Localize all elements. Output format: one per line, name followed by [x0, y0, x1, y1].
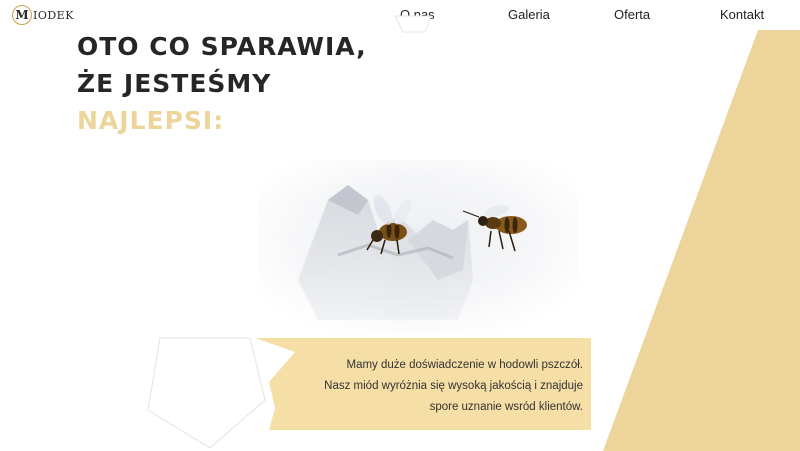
headline-line-2: ŻE JESTEŚMY [77, 69, 272, 98]
description-line-1: Mamy duże doświadczenie w hodowli pszczó… [346, 359, 584, 371]
description-box: Mamy duże doświadczenie w hodowli pszczó… [255, 338, 591, 430]
nav-item-kontakt[interactable]: Kontakt [720, 7, 764, 22]
headline-accent-line: NAJLEPSI: [77, 106, 225, 135]
decorative-hexagon-top [394, 15, 432, 33]
bees-photo [258, 160, 578, 335]
description-line-3: spore uznanie wsród klientów. [429, 401, 583, 413]
nav-item-oferta[interactable]: Oferta [614, 7, 650, 22]
hero-headline: OTO CO SPARAWIA, ŻE JESTEŚMY NAJLEPSI: [77, 28, 367, 139]
nav-item-galeria[interactable]: Galeria [508, 7, 550, 22]
headline-line-1: OTO CO SPARAWIA, [77, 32, 367, 61]
description-text: Mamy duże doświadczenie w hodowli pszczó… [273, 355, 583, 418]
description-line-2: Nasz miód wyróżnia się wysoką jakością i… [324, 380, 583, 392]
decorative-hexagon-bottom [147, 337, 266, 449]
